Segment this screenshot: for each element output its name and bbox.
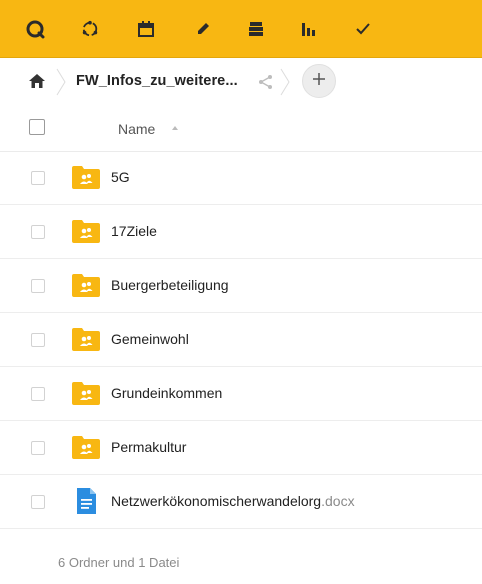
breadcrumb-separator — [56, 68, 66, 96]
row-checkbox[interactable] — [31, 495, 45, 509]
pencil-icon[interactable] — [190, 16, 216, 42]
file-row[interactable]: 5G — [0, 152, 482, 205]
select-all-checkbox[interactable] — [29, 119, 45, 135]
file-name[interactable]: Buergerbeteiligung — [111, 277, 229, 293]
file-row[interactable]: 17Ziele — [0, 206, 482, 259]
plus-icon — [312, 72, 326, 91]
file-row[interactable]: Grundeinkommen — [0, 368, 482, 421]
column-name-header[interactable]: Name — [118, 121, 155, 137]
checkmark-icon[interactable] — [350, 16, 376, 42]
file-row[interactable]: Permakultur — [0, 422, 482, 475]
shared-folder-icon — [72, 327, 100, 353]
row-checkbox[interactable] — [31, 387, 45, 401]
shared-folder-icon — [72, 165, 100, 191]
file-name[interactable]: 17Ziele — [111, 223, 157, 239]
new-button[interactable] — [302, 64, 336, 98]
row-checkbox[interactable] — [31, 441, 45, 455]
file-name[interactable]: Gemeinwohl — [111, 331, 189, 347]
bar-chart-icon[interactable] — [296, 16, 322, 42]
file-name[interactable]: Permakultur — [111, 439, 186, 455]
row-checkbox[interactable] — [31, 225, 45, 239]
file-row[interactable]: Gemeinwohl — [0, 314, 482, 367]
shared-folder-icon — [72, 435, 100, 461]
sort-ascending-icon[interactable] — [172, 126, 178, 130]
file-name[interactable]: Netzwerkökonomischerwandelorg.docx — [111, 493, 355, 509]
file-row[interactable]: Netzwerkökonomischerwandelorg.docx — [0, 476, 482, 529]
shared-folder-icon — [72, 273, 100, 299]
breadcrumb: FW_Infos_zu_weitere... — [0, 58, 482, 108]
file-row[interactable]: Buergerbeteiligung — [0, 260, 482, 313]
calendar-icon[interactable] — [133, 16, 159, 42]
row-checkbox[interactable] — [31, 279, 45, 293]
share-icon[interactable] — [258, 74, 274, 90]
file-list-header: Name — [0, 108, 482, 152]
app-toolbar — [0, 0, 482, 58]
row-checkbox[interactable] — [31, 171, 45, 185]
home-icon[interactable] — [28, 72, 48, 92]
file-count-summary: 6 Ordner und 1 Datei — [58, 555, 180, 570]
document-icon — [72, 488, 100, 515]
shared-folder-icon — [72, 219, 100, 245]
file-name[interactable]: Grundeinkommen — [111, 385, 222, 401]
breadcrumb-separator — [280, 68, 290, 96]
sync-icon[interactable] — [77, 16, 103, 42]
file-name[interactable]: 5G — [111, 169, 130, 185]
search-icon[interactable] — [22, 16, 48, 42]
breadcrumb-folder[interactable]: FW_Infos_zu_weitere... — [76, 73, 238, 89]
archive-icon[interactable] — [243, 16, 269, 42]
row-checkbox[interactable] — [31, 333, 45, 347]
shared-folder-icon — [72, 381, 100, 407]
